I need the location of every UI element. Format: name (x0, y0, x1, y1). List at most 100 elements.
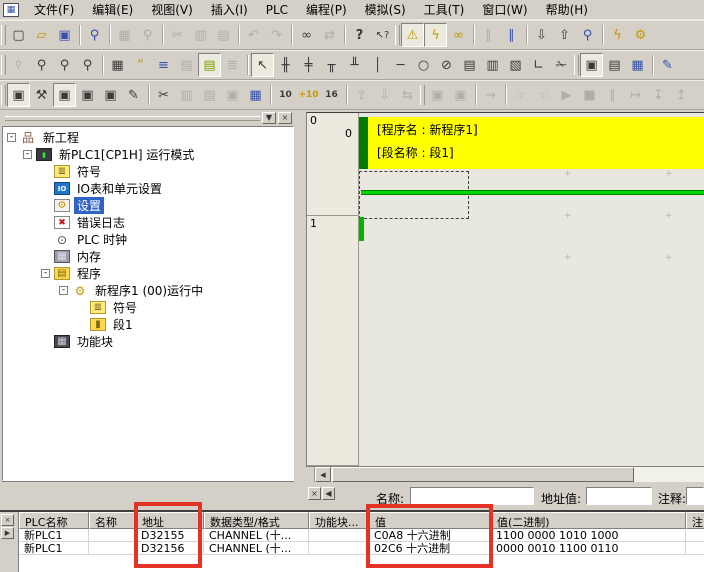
download-program-button[interactable]: ⇩ (373, 83, 396, 107)
expander-icon[interactable]: - (41, 269, 50, 278)
cell-address[interactable]: D32155 (136, 529, 204, 541)
child-window-menu-icon[interactable]: ▦ (3, 3, 19, 17)
rung-1-margin[interactable]: 1 (307, 216, 359, 466)
cut-line-button[interactable]: ✁ (550, 53, 573, 77)
tree-item-symbols[interactable]: ≣ 符号 (3, 163, 293, 180)
menu-view[interactable]: 视图(V) (142, 0, 202, 20)
new-instruction-button[interactable]: ▧ (504, 53, 527, 77)
dialog-view-button[interactable]: ▣ (221, 83, 244, 107)
pane-close-button[interactable]: × (278, 112, 292, 124)
transfer-from-plc-button[interactable]: ⇧ (553, 23, 576, 47)
monitor-hex-button[interactable]: 16 (320, 83, 343, 107)
binary-monitor-button[interactable]: ▦ (244, 83, 267, 107)
tree-item-plc-clock[interactable]: ⊙ PLC 时钟 (3, 231, 293, 248)
run-mode-button[interactable]: ϟ (606, 23, 629, 47)
zoom-out-button[interactable]: ⚲ (30, 53, 53, 77)
tree-outline-button[interactable]: ≣ (221, 53, 244, 77)
menu-simulate[interactable]: 模拟(S) (356, 0, 415, 20)
column-header-datatype[interactable]: 数据类型/格式 (204, 512, 309, 529)
cell-name[interactable] (89, 542, 136, 554)
merge-program-button[interactable]: ▤ (603, 53, 626, 77)
simulator-step-over-button[interactable]: ↥ (670, 83, 693, 107)
scrollbar-thumb[interactable] (332, 467, 634, 482)
paste-button[interactable]: ▤ (212, 23, 235, 47)
pause-monitor-button[interactable]: ∥ (500, 23, 523, 47)
clipboard-monitor-button[interactable]: ✂ (152, 83, 175, 107)
project-pane-titlebar[interactable]: ▼ × (2, 112, 294, 125)
save-button[interactable]: ▣ (53, 23, 76, 47)
tree-item-memory[interactable]: ▦ 内存 (3, 248, 293, 265)
rung-0-margin[interactable]: 0 0 (307, 113, 359, 216)
ladder-monitor-button[interactable]: ▤ (175, 53, 198, 77)
menu-plc[interactable]: PLC (257, 1, 297, 19)
rung-wrap-button[interactable]: ▤ (198, 53, 221, 77)
horizontal-line-button[interactable]: ─ (389, 53, 412, 77)
output-window-button[interactable]: ▣ (99, 83, 122, 107)
build-button[interactable]: ⚒ (30, 83, 53, 107)
simulator-play-button[interactable]: ▶ (555, 83, 578, 107)
new-contact-button[interactable]: ╫ (274, 53, 297, 77)
toolbar-gripper[interactable] (394, 23, 401, 47)
simulator-send-button[interactable]: → (479, 83, 502, 107)
open-file-button[interactable]: ▱ (30, 23, 53, 47)
zoom-in-button[interactable]: ⚲ (76, 53, 99, 77)
toolbar-gripper[interactable] (0, 53, 7, 77)
cell-function-block[interactable] (309, 529, 369, 541)
online-edit-transfer-button[interactable]: ⇆ (396, 83, 419, 107)
toolbar-gripper[interactable] (0, 83, 7, 107)
tree-item-section1[interactable]: ▮ 段1 (3, 316, 293, 333)
copy-button[interactable]: ▥ (189, 23, 212, 47)
new-function-block-button[interactable]: ▤ (458, 53, 481, 77)
comment-box-button[interactable]: “ (129, 53, 152, 77)
simulator-stop-button[interactable]: ■ (578, 83, 601, 107)
name-field[interactable] (410, 487, 534, 505)
address-value-field[interactable] (586, 487, 652, 505)
ladder-h-scrollbar[interactable]: ◀ (306, 466, 704, 482)
tree-item-function-blocks[interactable]: ▦ 功能块 (3, 333, 293, 350)
pause-status-button[interactable]: ∥ (477, 23, 500, 47)
expander-icon[interactable]: - (23, 150, 32, 159)
pane-gripper[interactable] (5, 116, 260, 121)
column-header-plc-name[interactable]: PLC名称 (19, 512, 89, 529)
comment-field[interactable] (686, 487, 704, 505)
undo-button[interactable]: ↶ (242, 23, 265, 47)
monitor-decimal-button[interactable]: 10 (274, 83, 297, 107)
cross-reference-window-button[interactable]: ▣ (76, 83, 99, 107)
zoom-normal-button[interactable]: ⚲ (53, 53, 76, 77)
column-header-value-binary[interactable]: 值(二进制) (491, 512, 686, 529)
tree-item-io-table[interactable]: IO IO表和单元设置 (3, 180, 293, 197)
context-help-button[interactable]: ↖? (371, 23, 394, 47)
transfer-to-plc-button[interactable]: ⇩ (530, 23, 553, 47)
new-file-button[interactable]: ▢ (7, 23, 30, 47)
monitor-glasses-button[interactable]: ⚙ (629, 23, 652, 47)
rung-comment-window-button[interactable]: ▣ (580, 53, 603, 77)
watch-sheet-close-button[interactable]: × (1, 514, 14, 526)
tree-item-program-symbols[interactable]: ≣ 符号 (3, 299, 293, 316)
cell-datatype[interactable]: CHANNEL (十... (204, 542, 309, 554)
section-comment-block[interactable]: [程序名 : 新程序1] [段名称 : 段1] (368, 117, 704, 169)
cell-value[interactable]: 02C6 十六进制 (369, 542, 491, 554)
cell-datatype[interactable]: CHANNEL (十... (204, 529, 309, 541)
ladder-editor[interactable]: 0 0 1 [程序名 : 新程序1] [段名称 : 段1] + + + + + … (306, 112, 704, 466)
find-button[interactable]: ∞ (295, 23, 318, 47)
simulator-step-button[interactable]: ↧ (647, 83, 670, 107)
column-header-address[interactable]: 地址 (136, 512, 204, 529)
set-breakpoint-button[interactable]: ☞ (509, 83, 532, 107)
cell-comment[interactable] (686, 542, 704, 554)
expander-icon[interactable]: - (59, 286, 68, 295)
tree-item-settings[interactable]: ⚙ 设置 (3, 197, 293, 214)
replace-button[interactable]: ⇄ (318, 23, 341, 47)
work-online-button[interactable]: ⚠ (401, 23, 424, 47)
monitor-signed-decimal-button[interactable]: +10 (297, 83, 320, 107)
menu-program[interactable]: 编程(P) (297, 0, 356, 20)
new-or-closed-contact-button[interactable]: ╨ (343, 53, 366, 77)
simulator-run-to-button[interactable]: ↦ (624, 83, 647, 107)
clear-breakpoint-button[interactable]: ☜ (532, 83, 555, 107)
tree-item-plc[interactable]: - ▮ 新PLC1[CP1H] 运行模式 (3, 146, 293, 163)
cell-value-binary[interactable]: 1100 0000 1010 1000 (491, 529, 686, 541)
column-header-comment[interactable]: 注... (686, 512, 704, 529)
watch-row-d32156[interactable]: 新PLC1 D32156 CHANNEL (十... 02C6 十六进制 000… (19, 542, 704, 555)
toolbar-gripper[interactable] (0, 23, 7, 47)
simulator-pause-button[interactable]: ∥ (601, 83, 624, 107)
grid-toggle-button[interactable]: ▦ (106, 53, 129, 77)
